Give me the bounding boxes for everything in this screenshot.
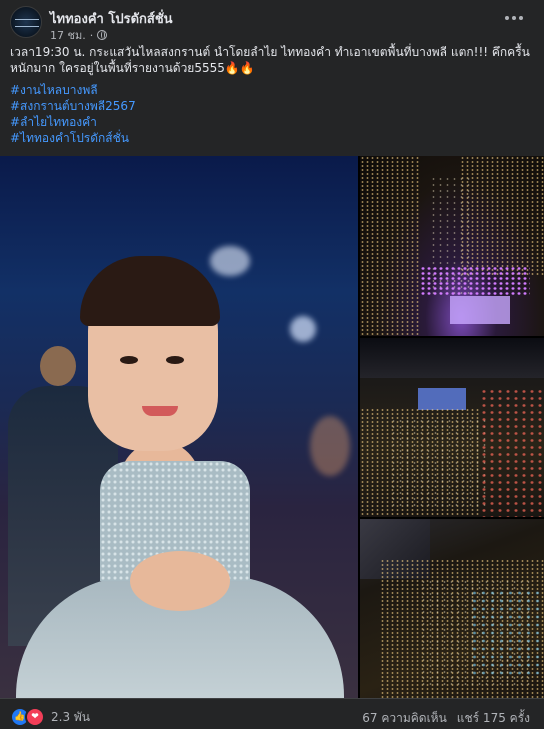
- shares-count-link[interactable]: แชร์ 175 ครั้ง: [457, 709, 530, 728]
- dot-icon: [505, 16, 509, 20]
- hashtag-link[interactable]: #ไททองคำโปรดักส์ชั่น: [10, 130, 534, 146]
- logo-icon: [15, 19, 39, 27]
- post-header: ไททองคำ โปรดักส์ชั่น 17 ชม. ·: [0, 0, 544, 42]
- crowd-photo-3[interactable]: [360, 519, 544, 698]
- reactions-summary[interactable]: 👍 ❤ 2.3 พัน: [10, 707, 90, 727]
- photo-grid: [0, 156, 544, 698]
- hashtag-link[interactable]: #งานไหลบางพลี: [10, 82, 534, 98]
- hashtag-link[interactable]: #ลำไยไททองคำ: [10, 114, 534, 130]
- engagement-stats: 67 ความคิดเห็น แชร์ 175 ครั้ง: [362, 709, 530, 728]
- post-text: เวลา19:30 น. กระแสวันไหลสงกรานต์ นำโดยลำ…: [10, 44, 534, 146]
- globe-icon[interactable]: [97, 30, 108, 40]
- dot-icon: [519, 16, 523, 20]
- reaction-count: 2.3 พัน: [51, 709, 91, 724]
- more-options-button[interactable]: [502, 10, 526, 26]
- hashtag-link[interactable]: #สงกรานต์บางพลี2567: [10, 98, 534, 114]
- page-avatar[interactable]: [10, 6, 42, 38]
- dot-icon: [512, 16, 516, 20]
- meta-separator: ·: [89, 28, 94, 42]
- love-icon: ❤: [25, 707, 45, 727]
- post-message: เวลา19:30 น. กระแสวันไหลสงกรานต์ นำโดยลำ…: [10, 45, 530, 75]
- comments-count-link[interactable]: 67 ความคิดเห็น: [362, 709, 447, 728]
- crowd-photo-1[interactable]: [360, 156, 544, 336]
- facebook-post: ไททองคำ โปรดักส์ชั่น 17 ชม. · เวลา19:30 …: [0, 0, 544, 729]
- main-photo-singer[interactable]: [0, 156, 358, 698]
- post-footer: 👍 ❤ 2.3 พัน 67 ความคิดเห็น แชร์ 175 ครั้…: [0, 698, 544, 729]
- hashtag-list: #งานไหลบางพลี #สงกรานต์บางพลี2567 #ลำไยไ…: [10, 82, 534, 146]
- post-time[interactable]: 17 ชม.: [50, 26, 86, 44]
- crowd-photo-2[interactable]: [360, 338, 544, 517]
- post-meta: 17 ชม. ·: [50, 26, 108, 44]
